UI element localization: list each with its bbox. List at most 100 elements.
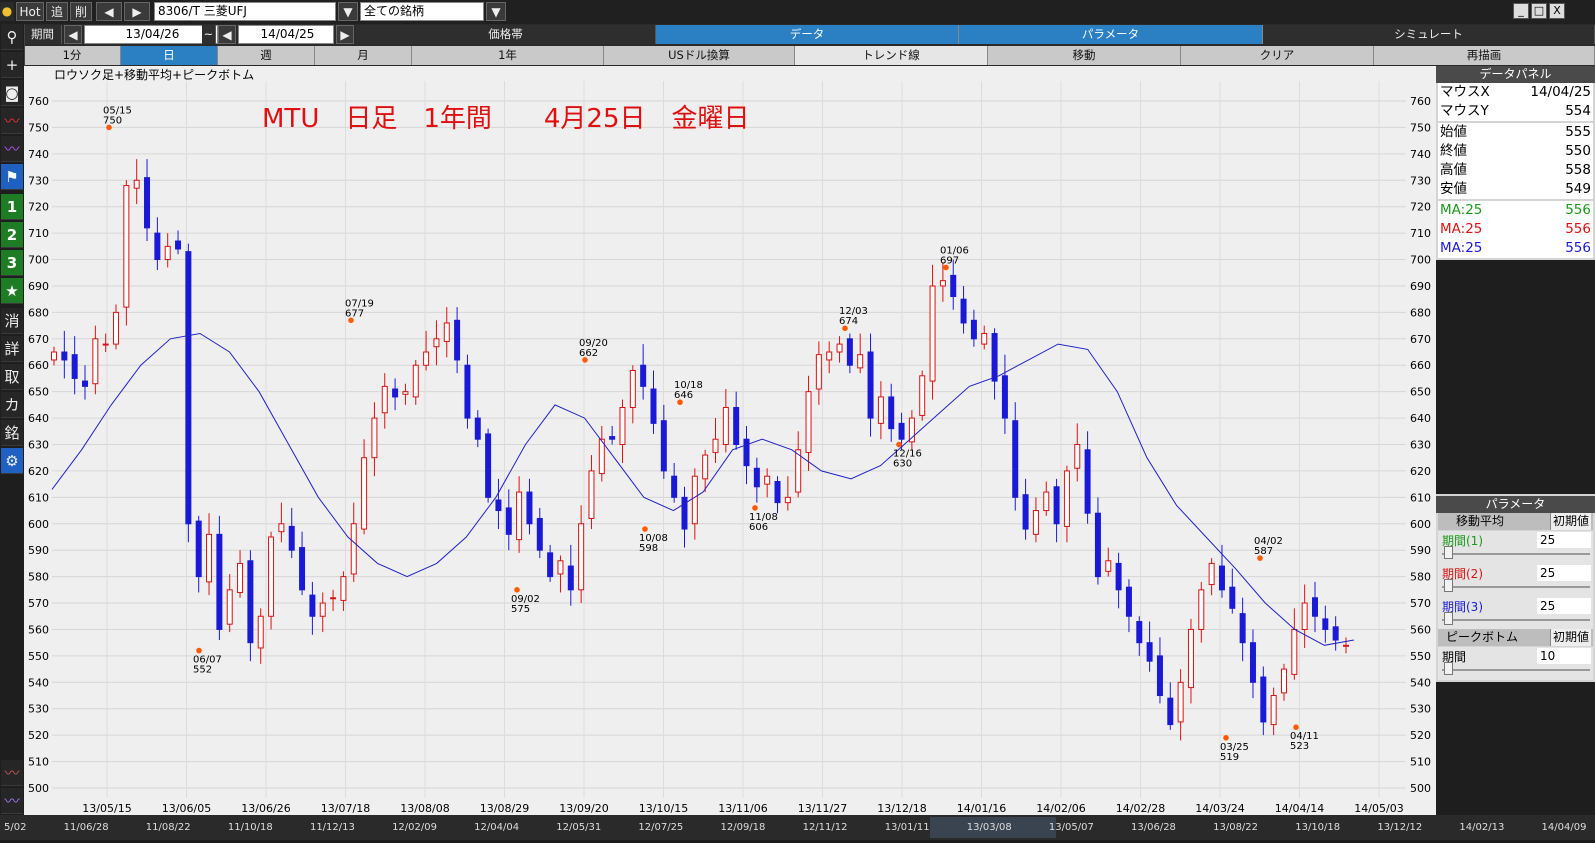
candle-up: [433, 338, 440, 348]
slider-knob[interactable]: [1444, 546, 1453, 559]
trade-button[interactable]: 取: [1, 364, 23, 390]
tab-daily[interactable]: 日: [121, 46, 218, 65]
symbol-button[interactable]: 銘: [1, 420, 23, 446]
gear-icon[interactable]: ⚙: [1, 448, 23, 474]
ma-period-1-slider[interactable]: 期間(1) 25: [1438, 531, 1593, 564]
tab-weekly[interactable]: 週: [218, 46, 315, 65]
slider-track[interactable]: [1442, 669, 1590, 671]
candle-up: [340, 576, 347, 601]
lightbulb-icon[interactable]: ●: [0, 2, 14, 21]
data-value: 556: [1565, 221, 1591, 237]
tab-price-band[interactable]: 価格帯: [356, 25, 656, 44]
candle-down: [960, 298, 967, 324]
candle-up: [133, 179, 140, 189]
universe-dropdown-icon[interactable]: ▼: [486, 2, 506, 21]
y-tick-label-right: 610: [1410, 491, 1431, 504]
tab-1min[interactable]: 1分: [24, 46, 121, 65]
y-tick-label-right: 740: [1410, 148, 1431, 161]
prev-symbol-button[interactable]: ◀: [96, 2, 122, 21]
symbol-field[interactable]: 8306/T 三菱UFJ: [154, 2, 336, 21]
tab-simulate[interactable]: シミュレート: [1263, 25, 1595, 44]
candle-down: [660, 420, 667, 472]
candle-up: [805, 391, 812, 453]
candle-up: [206, 533, 213, 583]
candle-down: [640, 364, 647, 387]
tab-parameter[interactable]: パラメータ: [959, 25, 1263, 44]
slider-track[interactable]: [1442, 553, 1590, 555]
candle-down: [1146, 642, 1153, 662]
slider-track[interactable]: [1442, 586, 1590, 588]
tab-data[interactable]: データ: [656, 25, 959, 44]
period-to-prev-icon[interactable]: ◀: [218, 25, 236, 44]
y-tick-label-left: 750: [28, 121, 49, 134]
tab-redraw[interactable]: 再描画: [1374, 46, 1595, 65]
y-tick-label-left: 660: [28, 359, 49, 372]
line-chart-icon[interactable]: 〰: [1, 108, 23, 134]
period-to-field[interactable]: 14/04/25: [238, 25, 334, 44]
slider-value[interactable]: 25: [1537, 532, 1591, 548]
ma-period-3-slider[interactable]: 期間(3) 25: [1438, 597, 1593, 630]
tab-trendline[interactable]: トレンド線: [795, 46, 988, 65]
x-tick-label: 14/02/06: [1036, 802, 1085, 815]
delete-button[interactable]: 削: [70, 2, 92, 21]
minimize-button[interactable]: _: [1513, 3, 1529, 19]
tab-clear[interactable]: クリア: [1181, 46, 1374, 65]
slider-value[interactable]: 25: [1537, 598, 1591, 614]
period-from-field[interactable]: 13/04/26: [84, 25, 218, 44]
tab-move[interactable]: 移動: [988, 46, 1181, 65]
candle-up: [702, 454, 709, 480]
candle-down: [299, 547, 306, 591]
tab-1year[interactable]: 1年: [412, 46, 604, 65]
tab-usd[interactable]: USドル換算: [604, 46, 795, 65]
close-button[interactable]: X: [1549, 3, 1565, 19]
candle-up: [361, 457, 368, 530]
slider-knob[interactable]: [1444, 662, 1453, 675]
star-icon[interactable]: ★: [1, 278, 23, 304]
slider-knob[interactable]: [1444, 612, 1453, 625]
detail-button[interactable]: 詳: [1, 336, 23, 362]
next-symbol-button[interactable]: ▶: [124, 2, 150, 21]
x-tick-label: 14/03/24: [1195, 802, 1244, 815]
overview-bar[interactable]: 5/02 11/06/28 11/08/22 11/10/18 11/12/13 12/0…: [0, 815, 1595, 840]
slider-value[interactable]: 25: [1537, 565, 1591, 581]
chart-thumb-icon[interactable]: 〰: [1, 760, 23, 786]
slider-track[interactable]: [1442, 619, 1590, 621]
slider-knob[interactable]: [1444, 579, 1453, 592]
power-button[interactable]: カ: [1, 392, 23, 418]
y-tick-label-left: 550: [28, 650, 49, 663]
ma-init-button[interactable]: 初期値: [1549, 513, 1591, 530]
peak-bottom-value: 552: [193, 665, 212, 676]
add-button[interactable]: 追: [46, 2, 68, 21]
peakbottom-init-button[interactable]: 初期値: [1549, 629, 1591, 646]
preset-2-button[interactable]: 2: [1, 222, 23, 248]
period-from-prev-icon[interactable]: ◀: [64, 25, 82, 44]
preset-1-button[interactable]: 1: [1, 194, 23, 220]
chart-thumb-2-icon[interactable]: 〰: [1, 788, 23, 814]
candle-up: [423, 351, 430, 366]
y-tick-label-right: 620: [1410, 465, 1431, 478]
x-tick-label: 14/05/03: [1354, 802, 1403, 815]
overview-tick-label: 14/02/13: [1459, 822, 1504, 833]
hot-button[interactable]: Hot: [16, 2, 44, 21]
flag-icon[interactable]: ⚑: [1, 164, 23, 190]
candlestick-chart[interactable]: 500 510 520 530 540 550 560 570 580 590 600 610 620 6…: [24, 66, 1436, 840]
camera-icon[interactable]: ◙: [1, 80, 23, 106]
y-tick-label-left: 570: [28, 597, 49, 610]
overview-scale[interactable]: 5/02 11/06/28 11/08/22 11/10/18 11/12/13 12/0…: [0, 815, 1595, 840]
slider-value[interactable]: 10: [1537, 648, 1591, 664]
candle-up: [1187, 628, 1194, 689]
overview-tick-label: 12/05/31: [556, 822, 601, 833]
erase-button[interactable]: 消: [1, 308, 23, 334]
peakbottom-period-slider[interactable]: 期間 10: [1438, 647, 1593, 680]
crosshair-icon[interactable]: +: [1, 52, 23, 78]
area-chart-icon[interactable]: 〰: [1, 136, 23, 162]
maximize-button[interactable]: □: [1531, 3, 1547, 19]
period-to-next-icon[interactable]: ▶: [336, 25, 354, 44]
universe-select[interactable]: 全ての銘柄: [360, 2, 484, 21]
ma-period-2-slider[interactable]: 期間(2) 25: [1438, 564, 1593, 597]
preset-3-button[interactable]: 3: [1, 250, 23, 276]
tab-monthly[interactable]: 月: [315, 46, 412, 65]
overview-tick-label: 13/01/11: [885, 822, 930, 833]
search-icon[interactable]: ⚲: [1, 24, 23, 50]
symbol-dropdown-icon[interactable]: ▼: [338, 2, 358, 21]
